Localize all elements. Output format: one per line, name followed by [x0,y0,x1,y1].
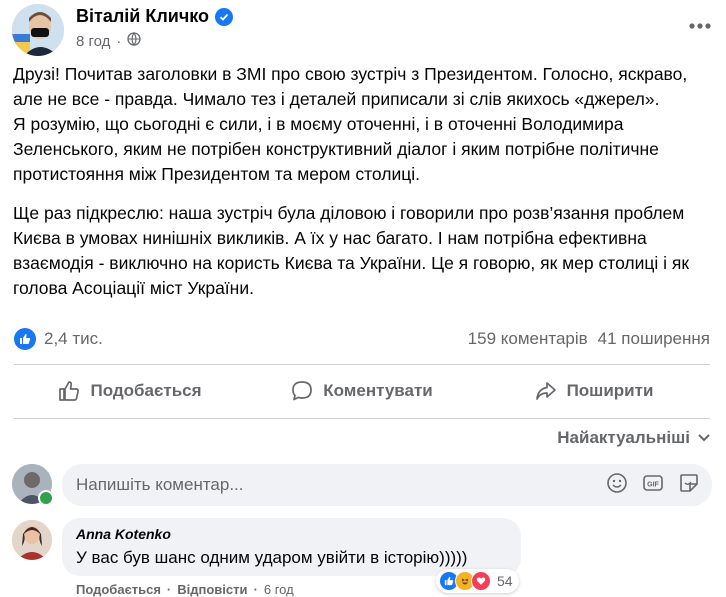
post-paragraph: Друзі! Почитав заголовки в ЗМІ про свою … [13,64,688,109]
like-button[interactable]: Подобається [14,372,246,410]
post-stats: 2,4 тис. 159 коментарів 41 поширення [14,326,710,352]
author-avatar[interactable] [12,4,64,56]
current-user-avatar[interactable] [12,464,54,506]
post-actions: Подобається Коментувати Поширити [14,372,710,410]
comment-input[interactable]: Напишіть коментар... GIF [62,464,712,506]
divider [14,418,710,419]
svg-text:GIF: GIF [647,481,659,488]
share-icon [535,382,556,400]
thumbs-up-icon [59,381,80,401]
post-author[interactable]: Віталій Кличко [76,6,234,27]
comment-sort-dropdown[interactable]: Найактуальніші [557,428,710,448]
gif-icon[interactable]: GIF [642,472,664,499]
more-dots-icon [689,23,711,29]
more-options-button[interactable] [686,12,714,40]
comment-bubble: Anna Kotenko У вас був шанс одним ударом… [62,518,521,576]
reactions-count: 54 [497,573,513,589]
comment-text: У вас був шанс одним ударом увійти в іст… [76,548,468,567]
comment-reactions[interactable]: 54 [436,569,519,593]
online-status-indicator [38,490,54,506]
comment-like-link[interactable]: Подобається [76,582,161,597]
post-paragraph: Ще раз підкреслю: наша зустріч була діло… [13,203,690,298]
verified-badge-icon [215,7,234,26]
commenter-name[interactable]: Anna Kotenko [76,526,171,542]
comment-input-placeholder: Напишіть коментар... [76,475,244,494]
commenter-avatar[interactable] [12,520,52,560]
like-button-label: Подобається [90,381,202,400]
love-reaction-icon [471,571,491,591]
author-name[interactable]: Віталій Кличко [76,6,209,27]
sticker-icon[interactable] [678,472,700,499]
post-meta: 8 год · [76,32,142,50]
divider [14,364,710,365]
comments-count[interactable]: 159 коментарів [468,329,588,349]
comment-time[interactable]: 6 год [264,582,294,597]
post-body: Друзі! Почитав заголовки в ЗМІ про свою … [13,62,713,301]
share-button-label: Поширити [566,381,654,400]
likes-count[interactable]: 2,4 тис. [44,329,103,349]
comment-actions: Подобається · Відповісти · 6 год [76,582,294,597]
post-time[interactable]: 8 год [76,33,110,50]
share-button[interactable]: Поширити [478,372,710,410]
shares-count[interactable]: 41 поширення [598,329,710,349]
post-paragraph: Я розумію, що сьогодні є сили, і в моєму… [13,114,659,184]
comment-button-label: Коментувати [323,381,433,400]
like-reaction-icon[interactable] [14,328,36,350]
comment-button[interactable]: Коментувати [246,372,478,410]
comment-icon [292,381,313,401]
emoji-icon[interactable] [606,472,628,499]
sort-label: Найактуальніші [557,428,690,447]
globe-icon [127,32,142,50]
chevron-down-icon [698,434,710,442]
comment-reply-link[interactable]: Відповісти [177,582,247,597]
